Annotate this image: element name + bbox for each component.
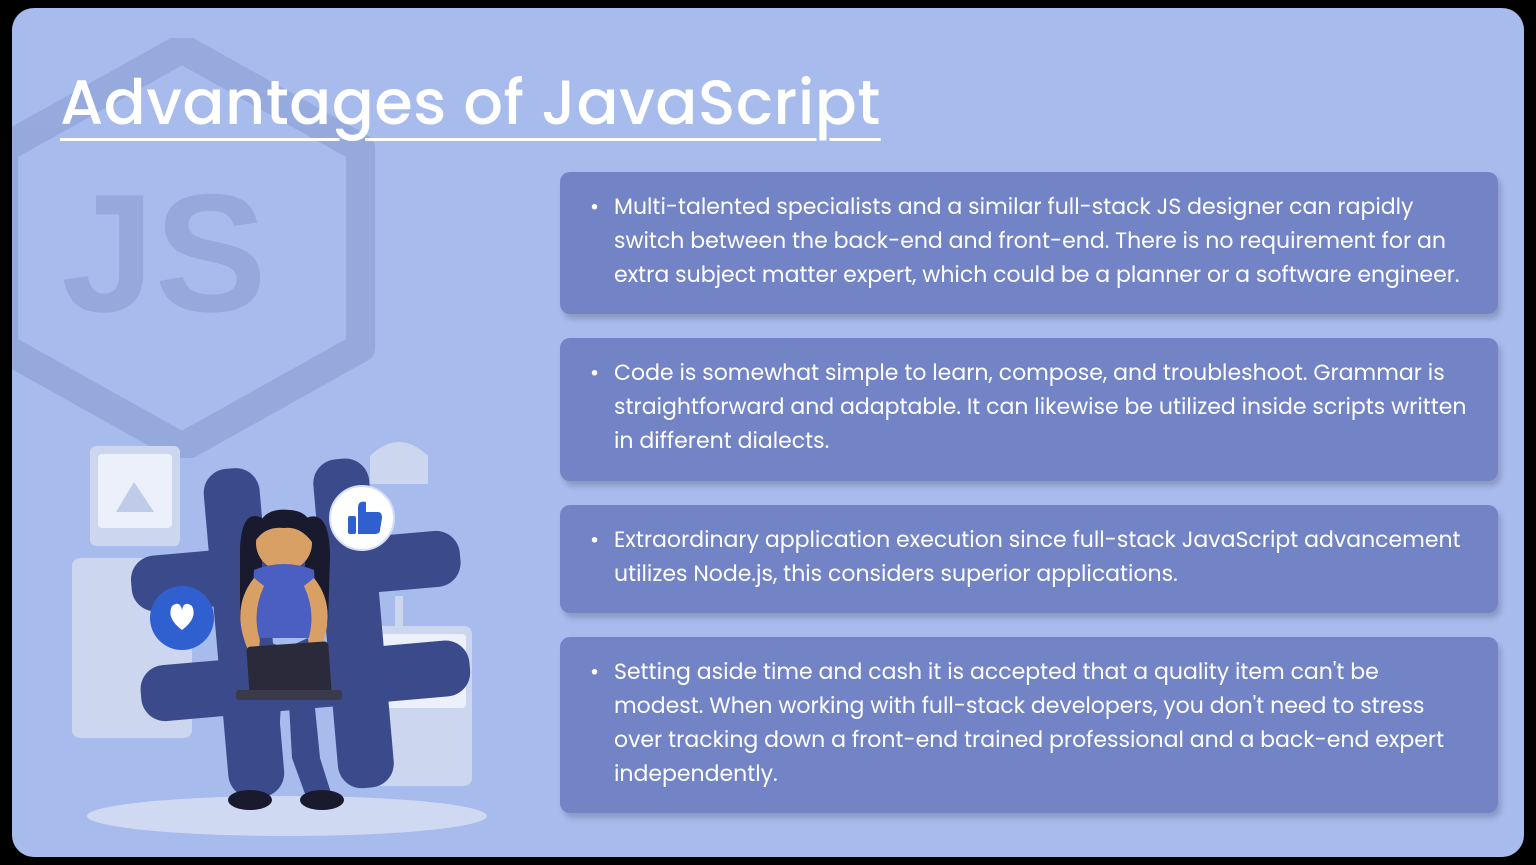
woman-hashtag-illustration: [62, 408, 522, 838]
svg-text:JS: JS: [61, 159, 267, 347]
advantage-card: Code is somewhat simple to learn, compos…: [560, 338, 1498, 480]
thumbsup-bubble-icon: [330, 486, 394, 550]
advantage-card: Extraordinary application execution sinc…: [560, 505, 1498, 613]
advantage-card: Multi-talented specialists and a similar…: [560, 172, 1498, 314]
slide-title: Advantages of JavaScript: [60, 56, 881, 149]
card-list: Multi-talented specialists and a similar…: [560, 172, 1498, 813]
advantage-card: Setting aside time and cash it is accept…: [560, 637, 1498, 813]
heart-bubble-icon: [150, 586, 214, 650]
woman-figure: [228, 510, 344, 810]
slide-container: JS Advantages of JavaScript Multi-talent…: [12, 8, 1524, 857]
